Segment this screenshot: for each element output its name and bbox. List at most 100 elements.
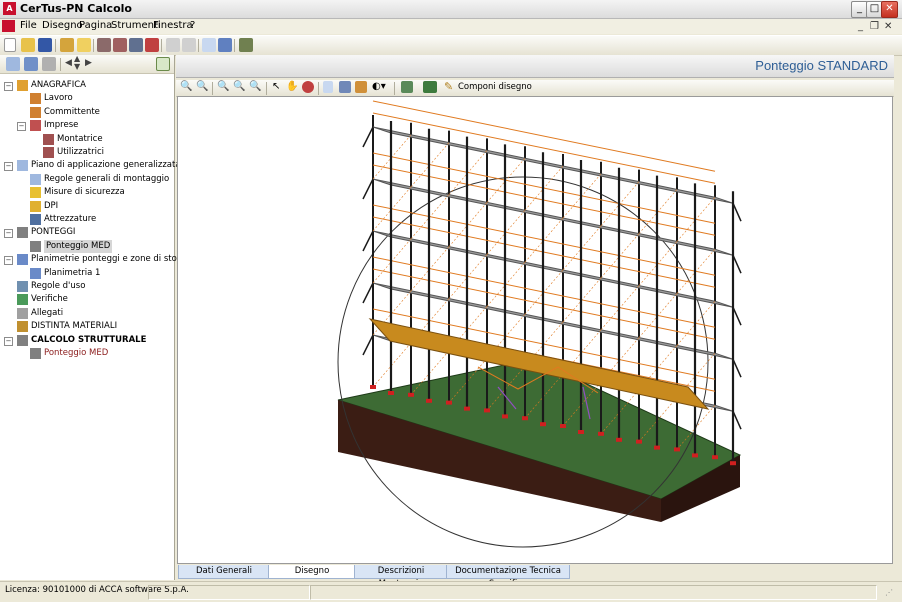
gear-icon (17, 281, 28, 292)
project-tree: − ANAGRAFICA Lavoro Committente − Imprese Mont… (0, 75, 210, 580)
print-preview-icon[interactable] (202, 38, 216, 52)
view-front-icon[interactable] (323, 81, 333, 93)
zoom-window-icon[interactable]: 🔍 (217, 81, 229, 92)
tree-item-ponteggio-med[interactable]: Ponteggio MED (0, 347, 174, 360)
mdi-restore-icon[interactable]: ❐ (870, 21, 879, 32)
base-plate (370, 385, 376, 389)
new-file-icon[interactable] (4, 38, 16, 52)
open-folder-icon[interactable] (21, 38, 35, 52)
base-plate (426, 398, 432, 403)
tab-disegno[interactable]: Disegno (268, 565, 356, 579)
tree-item-attrezzature[interactable]: Attrezzature (0, 213, 174, 226)
insert-icon[interactable] (97, 38, 111, 52)
collapse-toggle-icon[interactable]: − (4, 336, 13, 346)
collapse-toggle-icon[interactable]: − (4, 162, 13, 172)
tree-item-label: Attrezzature (44, 214, 97, 224)
tree-item-misure-di-sicurezza[interactable]: Misure di sicurezza (0, 186, 174, 199)
tree-item-calcolo-strutturale[interactable]: − CALCOLO STRUTTURALE (0, 334, 174, 347)
resize-grip-icon[interactable]: ⋰ (885, 588, 893, 597)
base-plate (636, 439, 642, 444)
pan-hand-icon[interactable]: ✋ (286, 81, 298, 92)
pointer-icon[interactable]: ↖ (272, 81, 280, 92)
save-icon[interactable] (38, 38, 52, 52)
tree-item-allegati[interactable]: Allegati (0, 307, 174, 320)
menu-pagina[interactable]: Pagina (79, 20, 112, 31)
tree-item-verifiche[interactable]: Verifiche (0, 293, 174, 306)
compose-drawing-button[interactable]: Componi disegno (458, 82, 532, 92)
collapse-toggle-icon[interactable]: − (4, 256, 13, 266)
scaffold-icon (17, 227, 28, 239)
zoom-in-icon[interactable]: 🔍 (180, 81, 192, 92)
arrow-left-icon[interactable]: ◀ (65, 58, 72, 68)
bracket (732, 202, 742, 222)
trash-icon[interactable] (42, 57, 56, 71)
tree-item-imprese[interactable]: − Imprese (0, 119, 174, 132)
tab-documentazione-tecnica[interactable]: Documentazione Tecnica Specifica (446, 565, 570, 589)
tree-item-label: ANAGRAFICA (31, 80, 86, 90)
tab-dati-generali[interactable]: Dati Generali (178, 565, 270, 579)
document-icon (17, 160, 28, 172)
mdi-minimize-icon[interactable]: _ (858, 21, 863, 32)
compose-pencil-icon[interactable]: ✎ (444, 80, 453, 93)
page-tabs: Dati Generali Disegno Descrizioni Montag… (176, 565, 894, 589)
copy-icon[interactable] (6, 57, 20, 71)
document-menu-icon[interactable] (2, 20, 15, 32)
zoom-previous-icon[interactable]: 🔍 (249, 81, 261, 92)
tree-item-ponteggio-med[interactable]: Ponteggio MED (0, 239, 174, 253)
tree-item-lavoro[interactable]: Lavoro (0, 92, 174, 105)
layers-icon[interactable] (24, 57, 38, 71)
view-side-icon[interactable] (339, 81, 351, 93)
render-mode-icon[interactable]: ◐▾ (372, 81, 386, 92)
collapse-toggle-icon[interactable]: − (17, 122, 26, 132)
tree-item-planimetria-1[interactable]: Planimetria 1 (0, 267, 174, 280)
drawing-canvas[interactable] (177, 96, 893, 564)
grid-toggle-icon[interactable] (401, 81, 413, 93)
orbit-icon[interactable] (302, 81, 314, 93)
tree-item-regole-generali-di-montaggio[interactable]: Regole generali di montaggio (0, 173, 174, 186)
tree-item-regole-d-uso[interactable]: Regole d'uso (0, 280, 174, 293)
scaffold-3d-view[interactable] (178, 97, 892, 563)
view-3d-icon[interactable] (355, 81, 367, 93)
delete-icon[interactable] (145, 38, 159, 52)
tree-item-distinta-materiali[interactable]: DISTINTA MATERIALI (0, 320, 174, 333)
grid-icon[interactable] (113, 38, 127, 52)
tab-descrizioni-montaggio[interactable]: Descrizioni Montaggio (354, 565, 448, 589)
close-button[interactable]: ✕ (881, 1, 898, 18)
tree-item-label: CALCOLO STRUTTURALE (31, 334, 147, 345)
properties-icon[interactable] (60, 38, 74, 52)
tree-item-label: Allegati (31, 307, 64, 318)
zoom-extents-icon[interactable]: 🔍 (233, 81, 245, 92)
tree-item-committente[interactable]: Committente (0, 106, 174, 119)
base-plate (578, 430, 584, 434)
arrow-up-down-icon[interactable]: ▲ ▼ (74, 55, 80, 71)
panel-toggle-icon[interactable] (156, 57, 170, 71)
undo-icon[interactable] (166, 38, 180, 52)
tree-item-planimetrie-ponteggi-e-zone-di-stoccaggio[interactable]: − Planimetrie ponteggi e zone di stoccagg… (0, 253, 210, 266)
base-plate (540, 422, 546, 427)
tree-item-anagrafica[interactable]: − ANAGRAFICA (0, 79, 174, 92)
collapse-toggle-icon[interactable]: − (4, 82, 13, 91)
menu-finestra[interactable]: Finestra (153, 20, 193, 31)
tree-item-ponteggi[interactable]: − PONTEGGI (0, 226, 174, 239)
toolbar-separator (266, 82, 267, 95)
zoom-out-icon[interactable]: 🔍 (196, 81, 208, 92)
menu-disegno[interactable]: Disegno (42, 20, 83, 31)
collapse-toggle-icon[interactable]: − (4, 229, 13, 239)
terrain-icon[interactable] (423, 81, 437, 93)
menu-file[interactable]: File (20, 20, 37, 31)
mdi-close-icon[interactable]: ✕ (884, 21, 892, 32)
move-icon[interactable] (129, 38, 143, 52)
tree-item-piano-di-applicazione-generalizzata[interactable]: − Piano di applicazione generalizzata (0, 159, 181, 172)
edit-icon[interactable] (77, 38, 91, 52)
redo-icon[interactable] (182, 38, 196, 52)
base-plate (730, 461, 736, 466)
tree-item-utilizzatrici[interactable]: Utilizzatrici (0, 146, 174, 159)
image-icon[interactable] (239, 38, 253, 52)
check-icon (17, 294, 28, 306)
print-icon[interactable] (218, 38, 232, 52)
tree-item-dpi[interactable]: DPI (0, 200, 174, 213)
menu-help[interactable]: ? (190, 20, 195, 31)
arrow-right-icon[interactable]: ▶ (85, 58, 92, 68)
tree-item-montatrice[interactable]: Montatrice (0, 133, 174, 146)
base-plate (446, 400, 452, 405)
